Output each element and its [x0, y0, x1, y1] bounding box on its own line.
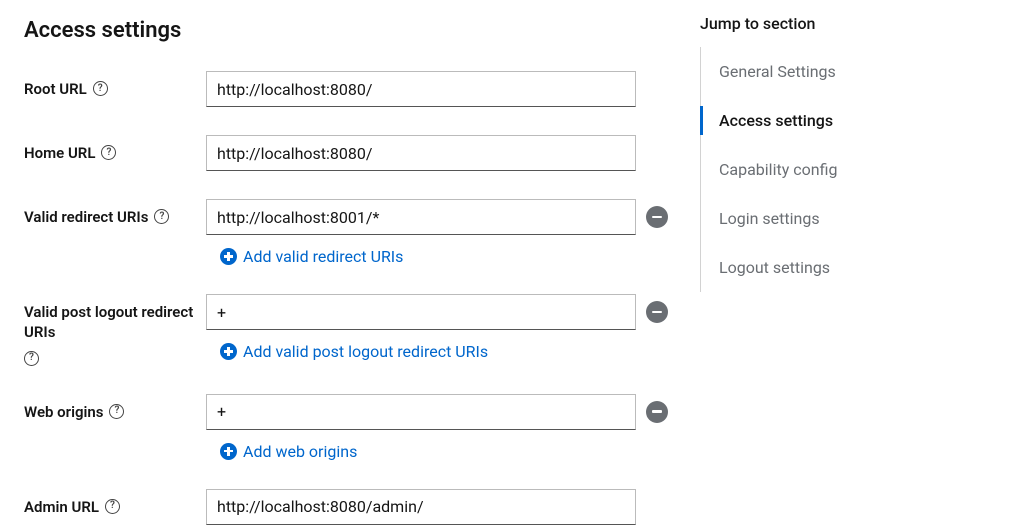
help-icon[interactable]: ? [93, 81, 108, 96]
valid-redirect-label: Valid redirect URIs ? [24, 199, 206, 227]
root-url-input[interactable] [206, 71, 636, 107]
help-icon[interactable]: ? [109, 404, 124, 419]
admin-url-label: Admin URL ? [24, 489, 206, 517]
root-url-label: Root URL ? [24, 71, 206, 99]
jump-item-access-settings[interactable]: Access settings [701, 96, 1024, 145]
add-valid-redirect-label: Add valid redirect URIs [243, 247, 403, 266]
add-valid-redirect-button[interactable]: Add valid redirect URIs [220, 247, 668, 266]
plus-circle-icon [220, 248, 237, 265]
section-title: Access settings [24, 18, 700, 43]
valid-logout-redirect-input[interactable] [206, 294, 636, 330]
plus-circle-icon [220, 443, 237, 460]
add-web-origins-button[interactable]: Add web origins [220, 442, 668, 461]
valid-logout-redirect-label: Valid post logout redirect URIs ? [24, 294, 206, 366]
home-url-label: Home URL ? [24, 135, 206, 163]
jump-to-section-title: Jump to section [700, 14, 1024, 33]
web-origins-input[interactable] [206, 394, 636, 430]
jump-item-logout-settings[interactable]: Logout settings [701, 243, 1024, 292]
help-icon[interactable]: ? [105, 499, 120, 514]
jump-item-general-settings[interactable]: General Settings [701, 47, 1024, 96]
admin-url-input[interactable] [206, 489, 636, 525]
add-web-origins-label: Add web origins [243, 442, 357, 461]
help-icon[interactable]: ? [154, 209, 169, 224]
remove-icon[interactable] [646, 206, 668, 228]
remove-icon[interactable] [646, 301, 668, 323]
jump-item-capability-config[interactable]: Capability config [701, 145, 1024, 194]
add-valid-logout-redirect-label: Add valid post logout redirect URIs [243, 342, 488, 361]
remove-icon[interactable] [646, 401, 668, 423]
add-valid-logout-redirect-button[interactable]: Add valid post logout redirect URIs [220, 342, 668, 361]
home-url-input[interactable] [206, 135, 636, 171]
help-icon[interactable]: ? [24, 351, 39, 366]
jump-nav: General Settings Access settings Capabil… [700, 47, 1024, 292]
jump-item-login-settings[interactable]: Login settings [701, 194, 1024, 243]
plus-circle-icon [220, 343, 237, 360]
help-icon[interactable]: ? [101, 145, 116, 160]
web-origins-label: Web origins ? [24, 394, 206, 422]
valid-redirect-input[interactable] [206, 199, 636, 235]
